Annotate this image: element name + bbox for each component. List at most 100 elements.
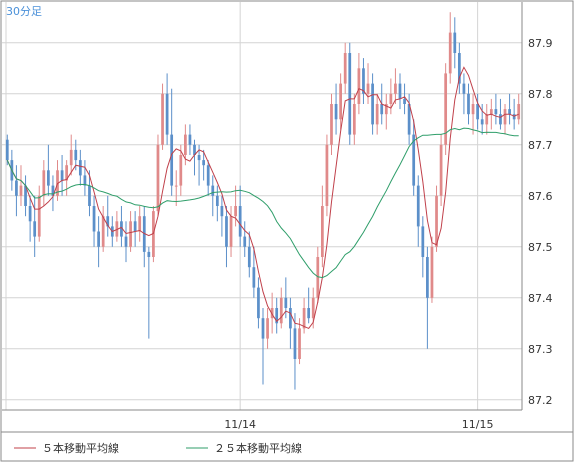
candle	[325, 134, 329, 217]
candle-body	[517, 104, 521, 120]
candle-body	[156, 144, 160, 212]
candle-body	[371, 83, 374, 125]
candle-body	[42, 170, 46, 196]
candle	[348, 42, 352, 145]
candle-body	[37, 195, 41, 237]
candle-body	[439, 144, 443, 196]
candle-body	[261, 318, 265, 339]
candle-body	[462, 83, 466, 94]
y-tick-label: 87.9	[528, 37, 553, 50]
y-tick-label: 87.4	[528, 292, 553, 305]
candle-body	[325, 144, 329, 206]
candle-body	[389, 93, 393, 104]
candle-body	[471, 104, 475, 115]
candle-body	[444, 73, 448, 145]
candle-body	[28, 206, 32, 222]
candle-body	[47, 170, 50, 186]
legend-label: ５本移動平均線	[42, 441, 119, 455]
y-tick-label: 87.7	[528, 139, 553, 152]
x-tick-label: 11/14	[224, 418, 256, 431]
candle-body	[133, 221, 137, 232]
candle-body	[330, 104, 333, 145]
candle-body	[485, 114, 489, 125]
candle-body	[5, 139, 9, 161]
candle-body	[184, 134, 187, 155]
candle-body	[69, 149, 73, 166]
candle-body	[343, 53, 347, 84]
candle-body	[215, 195, 219, 206]
candle-body	[252, 267, 256, 288]
candle-body	[179, 155, 183, 186]
candle-body	[357, 68, 361, 104]
candle-body	[220, 206, 224, 217]
candle-body	[174, 185, 178, 187]
candle-body	[78, 160, 82, 176]
candle-body	[197, 155, 201, 161]
candle-body	[339, 83, 342, 120]
candle	[156, 134, 160, 217]
candle-body	[311, 297, 315, 319]
candle-body	[421, 226, 425, 257]
candle-body	[293, 328, 297, 359]
chart-frame	[0, 0, 574, 462]
candle-body	[289, 308, 292, 329]
candle-body	[266, 318, 269, 339]
candle-body	[489, 109, 493, 115]
candle-body	[19, 185, 23, 196]
candle-body	[257, 287, 260, 319]
candle	[439, 134, 443, 206]
candle-body	[101, 216, 105, 247]
candle-body	[97, 231, 100, 247]
candle-body	[170, 134, 174, 186]
candle-body	[480, 119, 484, 125]
candle-body	[476, 104, 479, 120]
candle-body	[229, 216, 233, 247]
candle-body	[307, 308, 311, 319]
candle-body	[298, 328, 301, 359]
candle-body	[467, 93, 470, 115]
candle-body	[88, 185, 91, 206]
candle-body	[302, 308, 306, 329]
candle-body	[320, 206, 324, 257]
candle-body	[247, 246, 251, 268]
candle-body	[375, 104, 379, 125]
candle-body	[448, 32, 452, 74]
candle-body	[188, 134, 192, 145]
candle-body	[161, 93, 164, 145]
candle-body	[403, 98, 406, 104]
candle-body	[15, 180, 18, 196]
candle-body	[33, 221, 37, 237]
candle-body	[352, 104, 356, 135]
candle-body	[165, 93, 169, 135]
candle-body	[211, 185, 215, 196]
y-tick-label: 87.2	[528, 394, 553, 407]
candle-body	[138, 216, 142, 232]
candle-body	[60, 170, 64, 181]
candle-body	[416, 185, 420, 227]
candle-body	[243, 236, 247, 247]
candle-body	[206, 165, 210, 186]
candlestick-chart: 87.2 87.3 87.4 87.5 87.6 87.7 87.8 87.9 11/14 11/…	[0, 0, 574, 462]
candle-body	[435, 195, 438, 247]
candle-body	[380, 104, 384, 115]
candle-body	[508, 109, 511, 115]
fx-chart: 87.2 87.3 87.4 87.5 87.6 87.7 87.8 87.9 11/14 11/…	[0, 0, 574, 462]
candle-body	[366, 83, 370, 94]
candle-body	[512, 114, 516, 120]
candle-body	[129, 221, 132, 247]
candle-body	[279, 297, 283, 324]
candle	[444, 63, 448, 155]
candle-body	[348, 53, 352, 135]
candle-body	[234, 206, 237, 217]
candle-body	[124, 236, 128, 247]
candle-body	[147, 251, 151, 257]
x-tick-label: 11/15	[462, 418, 494, 431]
candle-body	[202, 160, 206, 166]
candle-body	[503, 109, 507, 125]
y-tick-label: 87.3	[528, 343, 553, 356]
y-tick-label: 87.5	[528, 241, 553, 254]
y-tick-label: 87.8	[528, 88, 553, 101]
candle-body	[430, 246, 434, 298]
candle-body	[225, 216, 228, 247]
candle-body	[394, 83, 397, 94]
